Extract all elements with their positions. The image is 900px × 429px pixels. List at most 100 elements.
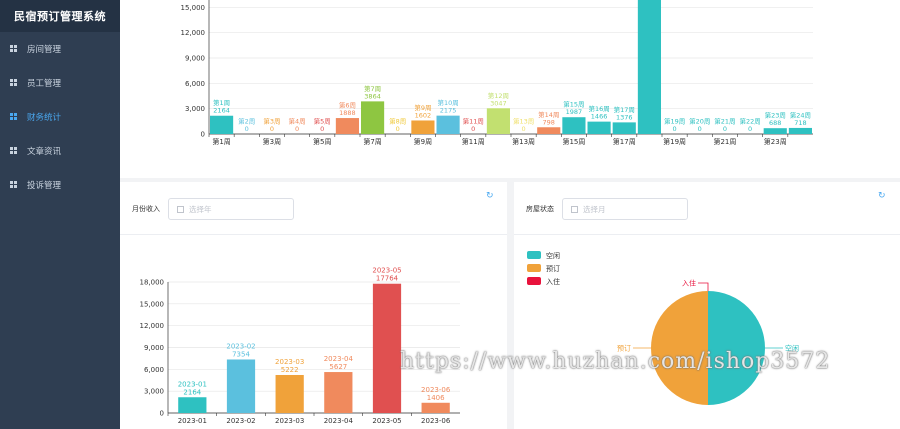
x-tick-label: 第23周	[764, 137, 787, 146]
x-tick-label: 第11周	[462, 137, 485, 146]
bar	[763, 128, 787, 134]
x-tick-label: 2023-03	[275, 417, 304, 425]
sidebar: 民宿预订管理系统 房间管理 员工管理 财务统计 文章资讯 投诉管理	[0, 0, 120, 429]
bar	[178, 397, 207, 413]
y-tick-label: 0	[160, 410, 164, 418]
sidebar-item-complaints[interactable]: 投诉管理	[0, 168, 120, 202]
data-label: 718	[794, 119, 806, 127]
category-label: 第10周	[437, 98, 458, 107]
bar	[486, 108, 510, 134]
category-label: 2023-05	[372, 267, 401, 275]
data-label: 1376	[616, 113, 633, 121]
data-label: 0	[245, 125, 249, 133]
watermark: https://www.huzhan.com/ishop3572	[400, 349, 831, 374]
bar	[372, 283, 402, 413]
category-label: 第16周	[588, 104, 609, 113]
monthly-income-panel: 月份收入 选择年 ↻ 0 3,000 6,000 9,000 12,000 15,000 1…	[120, 182, 507, 429]
weekly-income-panel: 03,0006,0009,00012,00015,00018,0002164第1…	[120, 0, 900, 178]
category-label: 第23周	[765, 111, 786, 120]
data-label: 0	[396, 125, 400, 133]
data-label: 5627	[329, 363, 347, 371]
x-tick-label: 第9周	[414, 137, 432, 146]
slice-label: 入住	[682, 279, 696, 288]
label-line	[698, 282, 709, 291]
data-label: 1406	[427, 394, 445, 402]
grid-icon	[10, 45, 18, 53]
pie-slice	[708, 291, 765, 405]
category-label: 2023-01	[178, 380, 207, 388]
legend-swatch	[527, 251, 541, 259]
y-tick-label: 12,000	[140, 322, 165, 330]
data-label: 7354	[232, 350, 250, 358]
sidebar-item-label: 房间管理	[27, 45, 62, 55]
y-tick-label: 15,000	[181, 4, 206, 12]
y-tick-label: 9,000	[144, 344, 164, 352]
data-label: 5222	[281, 366, 299, 374]
sidebar-item-label: 投诉管理	[27, 181, 62, 191]
y-tick-label: 6,000	[185, 80, 205, 88]
sidebar-item-label: 财务统计	[27, 113, 62, 123]
y-tick-label: 15,000	[140, 300, 165, 308]
sidebar-item-finance[interactable]: 财务统计	[0, 100, 120, 134]
bar	[210, 115, 234, 134]
category-label: 第9周	[414, 103, 431, 112]
sidebar-item-staff[interactable]: 员工管理	[0, 66, 120, 100]
x-tick-label: 2023-02	[226, 417, 255, 425]
category-label: 第3周	[263, 117, 280, 126]
bar	[612, 122, 636, 134]
data-label: 0	[295, 125, 299, 133]
data-label: 688	[769, 119, 781, 127]
data-label: 3047	[490, 99, 507, 107]
category-label: 第8周	[389, 117, 406, 126]
x-tick-label: 第19周	[663, 137, 686, 146]
sidebar-item-rooms[interactable]: 房间管理	[0, 32, 120, 66]
category-label: 第19周	[664, 117, 685, 126]
data-label: 0	[723, 125, 727, 133]
data-label: 2164	[183, 388, 201, 396]
data-label: 0	[522, 125, 526, 133]
data-label: 0	[270, 125, 274, 133]
bar	[537, 127, 561, 134]
category-label: 2023-04	[324, 355, 354, 363]
category-label: 第15周	[563, 100, 584, 109]
y-tick-label: 6,000	[144, 366, 164, 374]
bar	[361, 101, 385, 134]
x-tick-label: 第21周	[713, 137, 736, 146]
category-label: 2023-03	[275, 358, 304, 366]
grid-icon	[10, 79, 18, 87]
legend-label: 入住	[546, 277, 560, 286]
room-status-panel: 房屋状态 选择月 ↻ 空闲 预订 入住 空闲 预订 入住	[514, 182, 900, 429]
bar	[436, 115, 460, 134]
y-tick-label: 12,000	[181, 29, 206, 37]
bar	[411, 120, 435, 134]
category-label: 第13周	[513, 117, 534, 126]
x-tick-label: 2023-01	[178, 417, 207, 425]
x-tick-label: 2023-06	[421, 417, 451, 425]
category-label: 第11周	[463, 117, 484, 126]
room-status-chart: 空闲预订入住空闲预订入住	[527, 251, 799, 405]
legend-swatch	[527, 277, 541, 285]
x-tick-label: 2023-04	[324, 417, 354, 425]
data-label: 0	[320, 125, 324, 133]
category-label: 第22周	[739, 117, 760, 126]
data-label: 17764	[376, 275, 399, 283]
data-label: 1888	[339, 109, 356, 117]
main-content: 03,0006,0009,00012,00015,00018,0002164第1…	[120, 0, 900, 429]
grid-icon	[10, 147, 18, 155]
grid-icon	[10, 113, 18, 121]
x-tick-label: 第1周	[212, 137, 230, 146]
grid-icon	[10, 181, 18, 189]
data-label: 2164	[213, 107, 230, 115]
data-label: 798	[543, 118, 555, 126]
legend-swatch	[527, 264, 541, 272]
category-label: 第17周	[614, 105, 635, 114]
x-tick-label: 第13周	[512, 137, 535, 146]
category-label: 第14周	[538, 110, 559, 119]
x-tick-label: 第7周	[363, 137, 381, 146]
bar	[324, 372, 353, 413]
pie-slice	[651, 291, 708, 405]
category-label: 第21周	[714, 117, 735, 126]
y-tick-label: 9,000	[185, 55, 205, 63]
weekly-income-chart: 03,0006,0009,00012,00015,00018,0002164第1…	[181, 0, 813, 146]
sidebar-item-articles[interactable]: 文章资讯	[0, 134, 120, 168]
